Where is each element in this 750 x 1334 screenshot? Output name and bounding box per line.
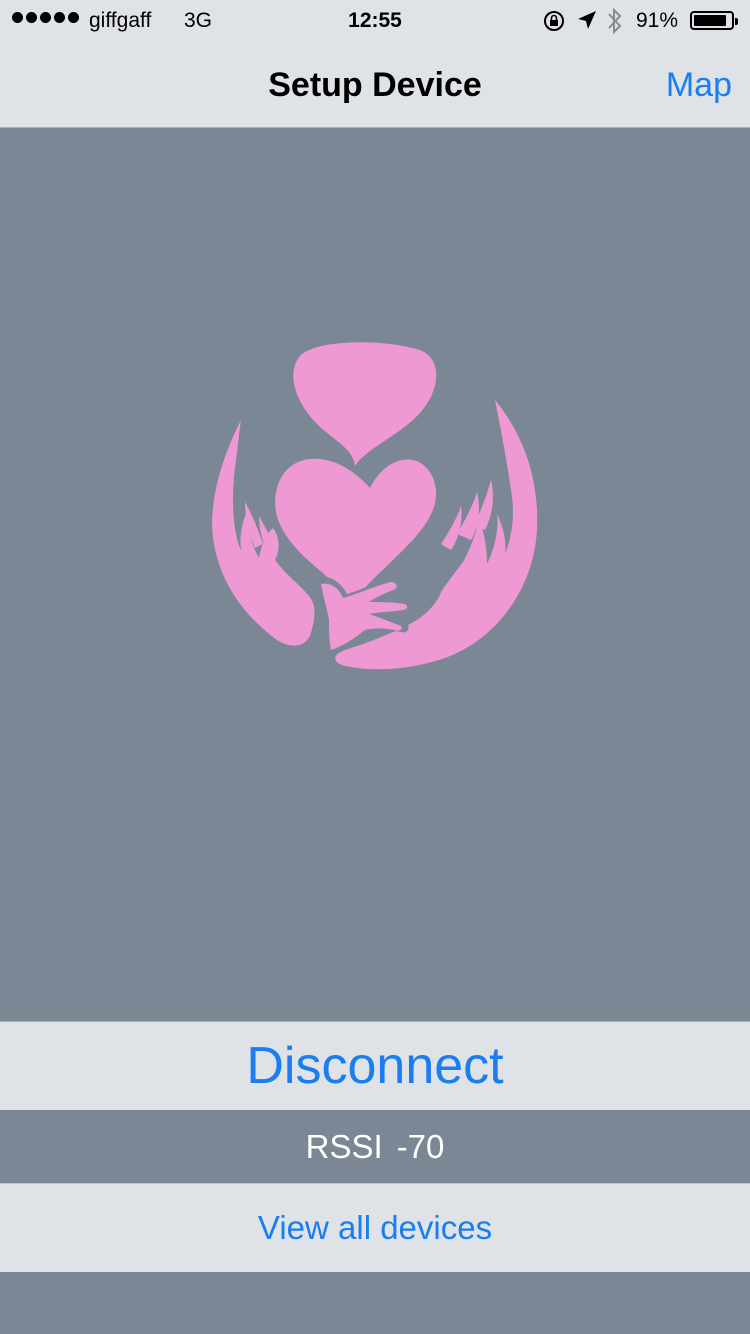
logo-area — [0, 128, 750, 1021]
rssi-label: RSSI — [305, 1127, 383, 1165]
location-arrow-icon — [578, 11, 596, 29]
map-button[interactable]: Map — [666, 66, 732, 105]
rssi-readout: RSSI -70 — [0, 1110, 750, 1183]
bluetooth-icon — [608, 7, 622, 35]
battery-icon — [690, 11, 738, 30]
disconnect-button[interactable]: Disconnect — [246, 1036, 503, 1096]
rotation-lock-icon — [544, 11, 564, 31]
battery-percent: 91% — [636, 9, 679, 32]
view-all-bar: View all devices — [0, 1183, 750, 1272]
navigation-header: giffgaff 3G 12:55 91% Setup Device Map — [0, 0, 750, 128]
status-bar: giffgaff 3G 12:55 91% — [0, 0, 750, 42]
page-title: Setup Device — [268, 66, 482, 104]
heart-hands-logo — [212, 342, 538, 670]
view-all-devices-button[interactable]: View all devices — [258, 1209, 492, 1247]
disconnect-bar: Disconnect — [0, 1021, 750, 1110]
battery-fill — [694, 15, 727, 26]
rssi-value: -70 — [396, 1127, 445, 1165]
